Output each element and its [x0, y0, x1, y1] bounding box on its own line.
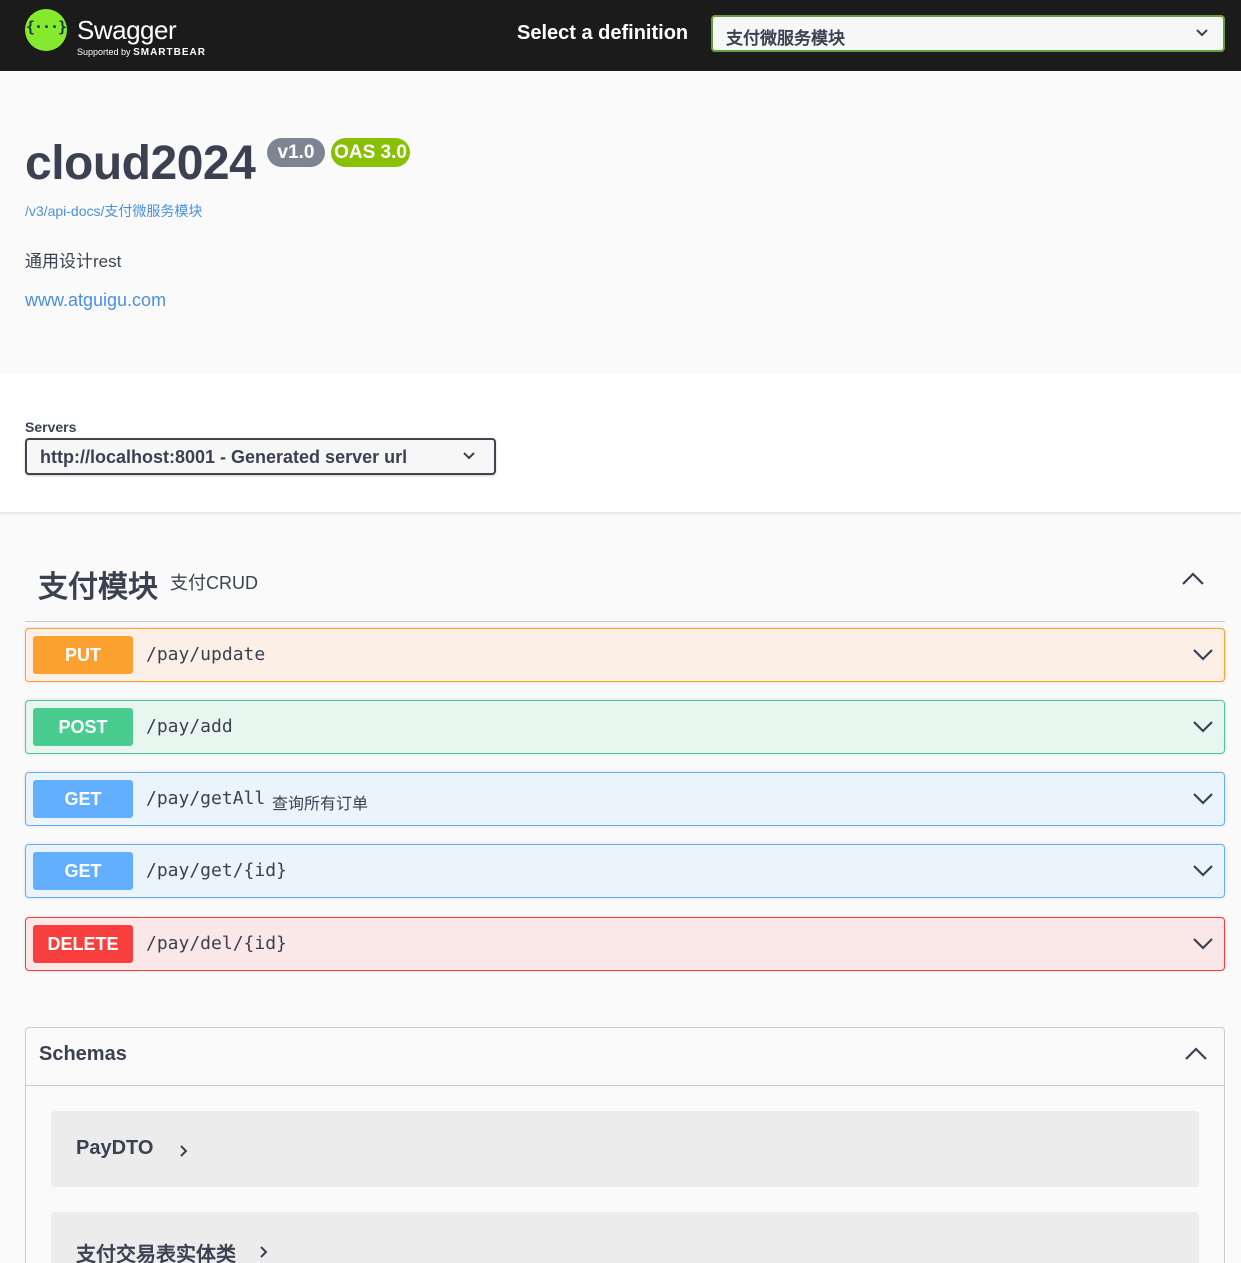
definition-label: Select a definition [517, 22, 689, 44]
model-name: 支付交易表实体类 [76, 1244, 236, 1263]
logo-sub-prefix: Supported by [77, 47, 131, 57]
chevron-down-icon [1193, 721, 1213, 733]
oas-badge: OAS 3.0 [331, 138, 410, 167]
version-badge: v1.0 [267, 138, 325, 167]
api-description: 通用设计rest [25, 252, 122, 271]
chevron-up-icon [1185, 1047, 1207, 1060]
method-badge: DELETE [33, 925, 133, 963]
method-badge: POST [33, 708, 133, 746]
chevron-right-icon [180, 1145, 188, 1157]
swagger-logo-icon: {···} [25, 9, 67, 51]
operation-path: /pay/update [146, 644, 266, 665]
chevron-down-icon [1193, 938, 1213, 950]
operation-get-pay-get-id[interactable]: GET /pay/get/{id} [25, 844, 1225, 898]
operation-summary: 查询所有订单 [272, 796, 369, 813]
chevron-down-icon [1193, 649, 1213, 661]
api-title: cloud2024 [25, 137, 256, 190]
website-link[interactable]: www.atguigu.com [25, 290, 166, 311]
operation-path: /pay/getAll [146, 788, 266, 809]
method-badge: GET [33, 780, 133, 818]
chevron-down-icon [463, 452, 475, 460]
logo-name: Swagger [77, 15, 177, 45]
swagger-logo[interactable]: {···} Swagger Supported by SMARTBEAR [25, 9, 225, 61]
chevron-right-icon [260, 1246, 268, 1258]
method-badge: PUT [33, 636, 133, 674]
tag-header-pay[interactable]: 支付模块 支付CRUD [25, 548, 1225, 622]
servers-section: Servers http://localhost:8001 - Generate… [0, 374, 1241, 513]
tag-description: 支付CRUD [170, 573, 258, 593]
operation-post-pay-add[interactable]: POST /pay/add [25, 700, 1225, 754]
operation-get-pay-getall[interactable]: GET /pay/getAll 查询所有订单 [25, 772, 1225, 826]
chevron-up-icon [1182, 572, 1204, 585]
logo-subtitle: Supported by SMARTBEAR [77, 47, 206, 58]
schemas-title: Schemas [39, 1043, 127, 1065]
schemas-section: Schemas PayDTO 支付交易表实体类 [25, 1027, 1225, 1263]
tag-name: 支付模块 [38, 571, 158, 604]
servers-select-value: http://localhost:8001 - Generated server… [40, 447, 408, 467]
chevron-down-icon [1196, 29, 1208, 37]
definition-select-value: 支付微服务模块 [726, 29, 845, 48]
method-badge: GET [33, 852, 133, 890]
model-name: PayDTO [76, 1137, 154, 1159]
model-pay-entity[interactable]: 支付交易表实体类 [51, 1212, 1199, 1263]
schemas-header[interactable]: Schemas [26, 1028, 1224, 1086]
chevron-down-icon [1193, 793, 1213, 805]
topbar: {···} Swagger Supported by SMARTBEAR Sel… [0, 0, 1241, 71]
operation-path: /pay/add [146, 716, 233, 737]
model-paydto[interactable]: PayDTO [51, 1111, 1199, 1187]
servers-label: Servers [25, 419, 77, 435]
operation-path: /pay/get/{id} [146, 860, 287, 881]
servers-select[interactable]: http://localhost:8001 - Generated server… [25, 438, 496, 475]
definition-select[interactable]: 支付微服务模块 [711, 15, 1225, 52]
operation-delete-pay-del-id[interactable]: DELETE /pay/del/{id} [25, 917, 1225, 971]
api-docs-link[interactable]: /v3/api-docs/支付微服务模块 [25, 201, 202, 221]
operation-path: /pay/del/{id} [146, 933, 287, 954]
logo-sub-brand: SMARTBEAR [133, 47, 206, 58]
chevron-down-icon [1193, 865, 1213, 877]
operation-put-pay-update[interactable]: PUT /pay/update [25, 628, 1225, 682]
